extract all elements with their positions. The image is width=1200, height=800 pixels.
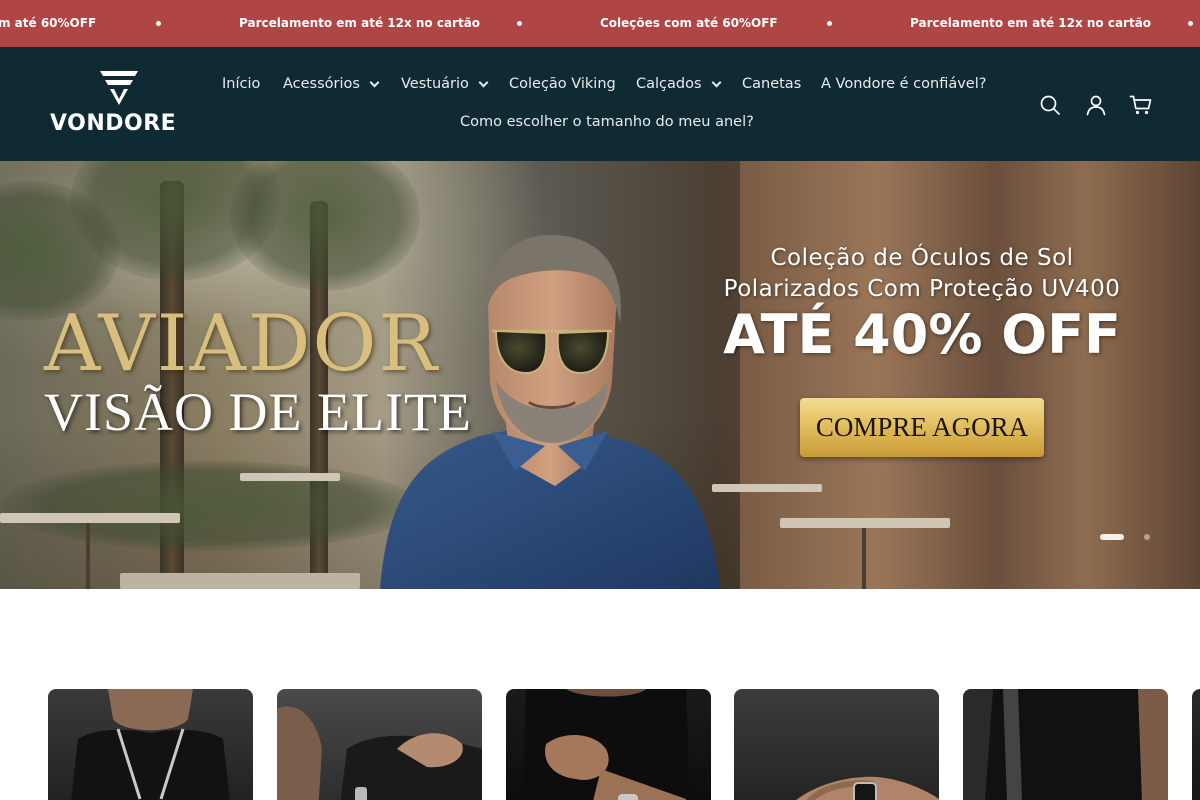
announcement-item: Parcelamento em até 12x no cartão [239, 16, 481, 30]
nav-item-label: Vestuário [401, 76, 469, 92]
nav-item-colecao-viking[interactable]: Coleção Viking [509, 76, 616, 92]
site-header: VONDORE Início Acessórios Vestuário Cole… [0, 47, 1200, 161]
announcement-bar: m até 60%OFF Parcelamento em até 12x no … [0, 0, 1200, 47]
nav-item-vestuario[interactable]: Vestuário [401, 76, 489, 92]
announcement-separator [1188, 21, 1193, 26]
announcement-item: m até 60%OFF [0, 16, 97, 30]
category-card[interactable] [963, 689, 1168, 800]
cafe-table-image [712, 484, 822, 492]
hero-banner[interactable]: AVIADOR VISÃO DE ELITE Coleção de Óculos… [0, 161, 1200, 589]
account-icon[interactable] [1084, 93, 1108, 117]
chevron-down-icon [369, 77, 380, 87]
slide-dot[interactable] [1144, 534, 1150, 540]
hero-subheadline: VISÃO DE ELITE [44, 382, 472, 442]
logo-mark-icon [100, 71, 138, 105]
category-card[interactable] [48, 689, 253, 800]
announcement-separator [517, 21, 522, 26]
category-card[interactable] [1192, 689, 1200, 800]
category-card[interactable] [506, 689, 711, 800]
wrist-with-watch-image [522, 689, 690, 800]
announcement-item: Coleções com até 60%OFF [600, 16, 778, 30]
cafe-table-image [240, 473, 340, 481]
nav-item-canetas[interactable]: Canetas [742, 76, 801, 92]
cart-icon[interactable] [1129, 93, 1153, 117]
man-with-chain-necklace-image [71, 689, 230, 800]
nav-item-confiavel[interactable]: A Vondore é confiável? [821, 76, 986, 92]
announcement-separator [827, 21, 832, 26]
slide-dot-active[interactable] [1100, 534, 1124, 540]
announcement-separator [156, 21, 161, 26]
cafe-table-image [780, 518, 950, 528]
chevron-down-icon [478, 77, 489, 87]
cafe-table-image [120, 573, 360, 589]
nav-item-inicio[interactable]: Início [222, 76, 260, 92]
nav-item-tamanho-anel[interactable]: Como escolher o tamanho do meu anel? [460, 114, 754, 130]
cafe-table-image [0, 513, 180, 523]
shop-now-button[interactable]: COMPRE AGORA [800, 398, 1044, 457]
cafe-table-leg [86, 523, 90, 589]
brand-logo[interactable]: VONDORE [50, 71, 190, 136]
cafe-table-leg [862, 528, 866, 589]
man-with-bag-strap-image [963, 689, 1168, 800]
nav-item-label: Como escolher o tamanho do meu anel? [460, 114, 754, 130]
nav-item-acessorios[interactable]: Acessórios [283, 76, 380, 92]
category-section [0, 589, 1200, 800]
hand-with-bracelet-image [277, 706, 482, 800]
nav-item-calcados[interactable]: Calçados [636, 76, 721, 92]
hero-promo-line: Coleção de Óculos de Sol [770, 245, 1074, 271]
hand-with-ring-image [796, 776, 939, 800]
nav-item-label: Acessórios [283, 76, 360, 92]
nav-item-label: Início [222, 76, 261, 92]
nav-item-label: Coleção Viking [509, 76, 616, 92]
hero-headline: AVIADOR [44, 299, 440, 389]
search-icon[interactable] [1038, 93, 1062, 117]
category-card[interactable] [277, 689, 482, 800]
hero-discount: ATÉ 40% OFF [723, 303, 1121, 366]
announcement-item: Parcelamento em até 12x no cartão [910, 16, 1152, 30]
nav-item-label: Calçados [636, 76, 702, 92]
nav-item-label: A Vondore é confiável? [821, 76, 987, 92]
nav-item-label: Canetas [742, 76, 802, 92]
chevron-down-icon [711, 77, 721, 87]
shrubs-image [0, 461, 420, 551]
category-card[interactable] [734, 689, 939, 800]
brand-name: VONDORE [50, 111, 177, 136]
hero-promo-line: Polarizados Com Proteção UV400 [723, 276, 1121, 302]
